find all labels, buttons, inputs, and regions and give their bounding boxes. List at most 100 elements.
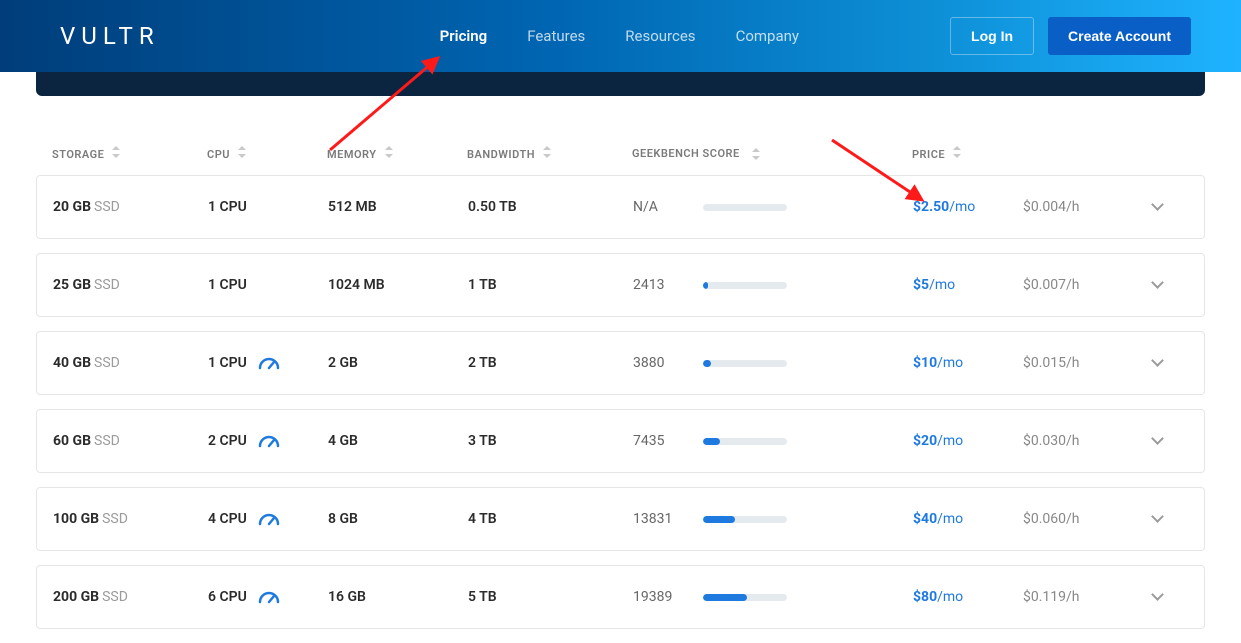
geekbench-bar [703,360,787,367]
bandwidth-cell: 5 TB [468,589,633,605]
col-header-memory[interactable]: MEMORY [327,146,467,161]
storage-value: 200 GB [53,589,99,605]
login-button[interactable]: Log In [950,17,1034,55]
col-header-storage[interactable]: STORAGE [52,146,207,161]
geekbench-cell: 13831 [633,511,913,527]
expand-cell[interactable] [1123,355,1163,371]
price-hourly: $0.004/h [1023,199,1123,215]
speedometer-icon [257,434,281,448]
chevron-down-icon [1151,355,1163,367]
col-header-geekbench[interactable]: GEEKBENCH SCORE [632,146,912,161]
price-per-suffix: /mo [937,511,963,527]
expand-cell[interactable] [1123,511,1163,527]
speedometer-icon [257,512,281,526]
storage-value: 40 GB [53,355,91,371]
brand-logo[interactable]: VULTR [60,22,160,50]
pricing-row[interactable]: 100 GBSSD4 CPU8 GB4 TB13831$40/mo$0.060/… [36,487,1205,551]
sort-icon [112,146,120,158]
col-header-cpu[interactable]: CPU [207,146,327,161]
geekbench-score: 3880 [633,355,703,371]
geekbench-score: 13831 [633,511,703,527]
sub-banner [36,72,1205,96]
price-monthly: $2.50 [913,199,949,215]
storage-cell: 25 GBSSD [53,277,208,293]
sort-icon [752,148,760,160]
expand-cell[interactable] [1123,589,1163,605]
pricing-table: STORAGE CPU MEMORY BANDWIDTH GEEKBENCH S… [36,132,1205,629]
price-per-suffix: /mo [937,433,963,449]
cpu-value: 1 CPU [208,199,247,215]
col-header-bandwidth[interactable]: BANDWIDTH [467,146,632,161]
price-per-suffix: /mo [937,355,963,371]
storage-cell: 40 GBSSD [53,355,208,371]
geekbench-bar [703,204,787,211]
geekbench-score: 19389 [633,589,703,605]
primary-nav: Pricing Features Resources Company [440,27,799,45]
nav-item-resources[interactable]: Resources [625,27,695,45]
cpu-cell: 1 CPU [208,199,328,215]
geekbench-cell: 7435 [633,433,913,449]
chevron-down-icon [1151,589,1163,601]
price-per-suffix: /mo [949,199,975,215]
storage-ssd-label: SSD [94,199,120,215]
storage-cell: 20 GBSSD [53,199,208,215]
price-hourly: $0.030/h [1023,433,1123,449]
price-monthly: $5 [913,277,929,293]
storage-value: 25 GB [53,277,91,293]
cpu-cell: 2 CPU [208,433,328,449]
price-cell: $5/mo [913,277,1023,293]
geekbench-bar [703,282,787,289]
geekbench-cell: 19389 [633,589,913,605]
chevron-down-icon [1151,277,1163,289]
chevron-down-icon [1151,433,1163,445]
price-monthly: $80 [913,589,937,605]
memory-cell: 16 GB [328,589,468,605]
expand-cell[interactable] [1123,433,1163,449]
pricing-row[interactable]: 60 GBSSD2 CPU4 GB3 TB7435$20/mo$0.030/h [36,409,1205,473]
expand-cell[interactable] [1123,199,1163,215]
expand-cell[interactable] [1123,277,1163,293]
geekbench-bar-fill [703,594,747,601]
price-per-suffix: /mo [937,589,963,605]
memory-cell: 4 GB [328,433,468,449]
create-account-button[interactable]: Create Account [1048,17,1191,55]
main-header: VULTR Pricing Features Resources Company Lo… [0,0,1241,72]
storage-ssd-label: SSD [102,589,128,605]
bandwidth-cell: 0.50 TB [468,199,633,215]
nav-item-company[interactable]: Company [736,27,799,45]
storage-cell: 100 GBSSD [53,511,208,527]
geekbench-cell: 3880 [633,355,913,371]
price-cell: $20/mo [913,433,1023,449]
geekbench-bar-fill [703,516,735,523]
sort-icon [238,146,246,158]
storage-value: 100 GB [53,511,99,527]
price-cell: $40/mo [913,511,1023,527]
col-header-price[interactable]: PRICE [912,146,1012,161]
price-monthly: $10 [913,355,937,371]
memory-cell: 2 GB [328,355,468,371]
sort-icon [543,146,551,158]
geekbench-bar [703,594,787,601]
storage-ssd-label: SSD [94,277,120,293]
price-hourly: $0.119/h [1023,589,1123,605]
pricing-row[interactable]: 25 GBSSD1 CPU1024 MB1 TB2413$5/mo$0.007/… [36,253,1205,317]
bandwidth-cell: 2 TB [468,355,633,371]
bandwidth-cell: 4 TB [468,511,633,527]
geekbench-bar-fill [703,438,720,445]
nav-item-features[interactable]: Features [527,27,585,45]
price-cell: $10/mo [913,355,1023,371]
geekbench-bar [703,438,787,445]
table-header: STORAGE CPU MEMORY BANDWIDTH GEEKBENCH S… [36,132,1205,175]
pricing-row[interactable]: 20 GBSSD1 CPU512 MB0.50 TBN/A$2.50/mo$0.… [36,175,1205,239]
price-cell: $2.50/mo [913,199,1023,215]
price-hourly: $0.060/h [1023,511,1123,527]
storage-ssd-label: SSD [94,433,120,449]
price-hourly: $0.015/h [1023,355,1123,371]
nav-item-pricing[interactable]: Pricing [440,27,488,45]
cpu-value: 6 CPU [208,589,247,605]
memory-cell: 8 GB [328,511,468,527]
geekbench-cell: N/A [633,199,913,215]
pricing-row[interactable]: 200 GBSSD 6 CPU 16 GB5 TB19389 $80/mo $0.119… [36,565,1205,629]
pricing-row[interactable]: 40 GBSSD1 CPU2 GB2 TB3880$10/mo$0.015/h [36,331,1205,395]
geekbench-cell: 2413 [633,277,913,293]
